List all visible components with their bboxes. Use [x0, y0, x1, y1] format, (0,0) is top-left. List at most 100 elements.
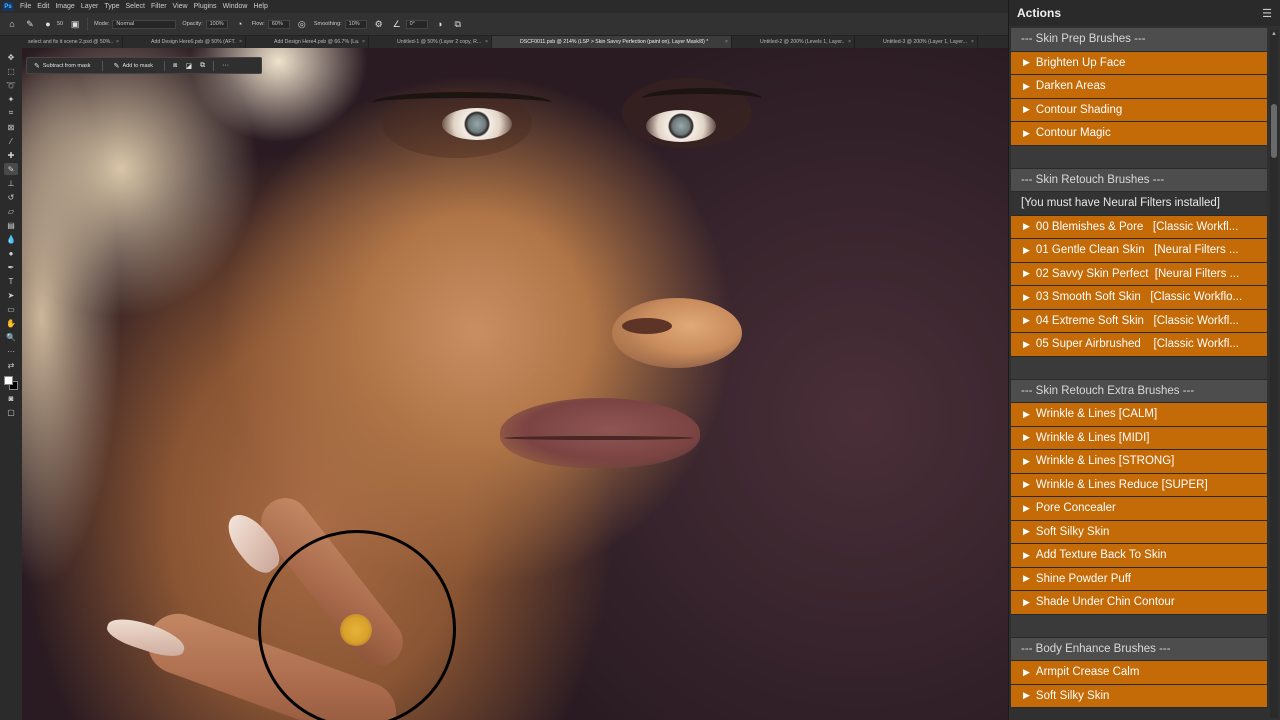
dodge-tool-icon[interactable]: ●: [4, 247, 18, 259]
menu-type[interactable]: Type: [101, 3, 122, 10]
type-tool-icon[interactable]: T: [4, 275, 18, 287]
add-to-mask-button[interactable]: ✎ Add to mask: [111, 62, 156, 70]
tab-document[interactable]: Add Design Here4.psb @ 66.7% (La... ×: [246, 36, 369, 48]
expand-triangle-icon[interactable]: ▶: [1023, 245, 1030, 256]
expand-triangle-icon[interactable]: ▶: [1023, 432, 1030, 443]
path-selection-tool-icon[interactable]: ➤: [4, 289, 18, 301]
close-icon[interactable]: ×: [848, 39, 851, 45]
quick-selection-tool-icon[interactable]: ✦: [4, 93, 18, 105]
marquee-tool-icon[interactable]: ⬚: [4, 65, 18, 77]
tab-document[interactable]: Untitled-1 @ 50% (Layer 2 copy, R... ×: [369, 36, 492, 48]
opacity-input[interactable]: 100%: [205, 19, 228, 29]
pressure-opacity-icon[interactable]: ◔: [234, 18, 246, 30]
scrollbar-thumb[interactable]: [1271, 104, 1277, 158]
crop-tool-icon[interactable]: ⌗: [4, 107, 18, 119]
brush-settings-icon[interactable]: ▣: [69, 18, 81, 30]
expand-triangle-icon[interactable]: ▶: [1023, 667, 1030, 678]
close-icon[interactable]: ×: [362, 39, 365, 45]
symmetry-icon[interactable]: ⧉: [452, 18, 464, 30]
brush-tool-icon[interactable]: ✎: [24, 18, 36, 30]
action-set-header[interactable]: --- Body Enhance Brushes ---: [1011, 637, 1267, 661]
action-item[interactable]: ▶ 04 Extreme Soft Skin [Classic Workfl...: [1011, 309, 1267, 333]
menu-plugins[interactable]: Plugins: [191, 3, 220, 10]
swap-colors-icon[interactable]: ⇄: [4, 359, 18, 371]
smoothing-settings-gear-icon[interactable]: ⚙: [373, 18, 385, 30]
expand-triangle-icon[interactable]: ▶: [1023, 456, 1030, 467]
menu-file[interactable]: File: [17, 3, 34, 10]
expand-triangle-icon[interactable]: ▶: [1023, 81, 1030, 92]
rectangle-tool-icon[interactable]: ▭: [4, 303, 18, 315]
menu-image[interactable]: Image: [52, 3, 77, 10]
airbrush-icon[interactable]: ◎: [296, 18, 308, 30]
reset-mask-icon[interactable]: ⧉: [200, 62, 205, 70]
expand-triangle-icon[interactable]: ▶: [1023, 550, 1030, 561]
expand-triangle-icon[interactable]: ▶: [1023, 104, 1030, 115]
menu-view[interactable]: View: [170, 3, 191, 10]
mask-settings-icon[interactable]: ⧈: [173, 62, 177, 70]
expand-triangle-icon[interactable]: ▶: [1023, 573, 1030, 584]
angle-input[interactable]: 0°: [405, 19, 428, 29]
action-note-item[interactable]: [You must have Neural Filters installed]: [1011, 192, 1267, 216]
move-tool-icon[interactable]: ✥: [4, 51, 18, 63]
action-item[interactable]: ▶ 02 Savvy Skin Perfect [Neural Filters .…: [1011, 262, 1267, 286]
expand-triangle-icon[interactable]: ▶: [1023, 339, 1030, 350]
action-item[interactable]: ▶ Wrinkle & Lines Reduce [SUPER]: [1011, 473, 1267, 497]
action-item[interactable]: ▶ Soft Silky Skin: [1011, 520, 1267, 544]
expand-triangle-icon[interactable]: ▶: [1023, 292, 1030, 303]
gradient-tool-icon[interactable]: ▤: [4, 219, 18, 231]
frame-tool-icon[interactable]: ⊠: [4, 121, 18, 133]
action-set-header[interactable]: --- Skin Retouch Extra Brushes ---: [1011, 379, 1267, 403]
action-item[interactable]: ▶ Wrinkle & Lines [STRONG]: [1011, 450, 1267, 474]
expand-triangle-icon[interactable]: ▶: [1023, 503, 1030, 514]
action-item[interactable]: ▶ 01 Gentle Clean Skin [Neural Filters ..…: [1011, 239, 1267, 263]
action-item[interactable]: ▶ Add Texture Back To Skin: [1011, 544, 1267, 568]
healing-brush-tool-icon[interactable]: ✚: [4, 149, 18, 161]
action-item[interactable]: ▶ Brighten Up Face: [1011, 51, 1267, 75]
subtract-from-mask-button[interactable]: ✎ Subtract from mask: [31, 62, 94, 70]
close-icon[interactable]: ×: [725, 39, 728, 45]
action-item[interactable]: ▶ 00 Blemishes & Pore [Classic Workfl...: [1011, 215, 1267, 239]
expand-triangle-icon[interactable]: ▶: [1023, 57, 1030, 68]
expand-triangle-icon[interactable]: ▶: [1023, 479, 1030, 490]
screen-mode-icon[interactable]: ▢: [4, 406, 18, 418]
action-item[interactable]: ▶ Armpit Crease Calm: [1011, 661, 1267, 685]
action-item[interactable]: ▶ Contour Magic: [1011, 122, 1267, 146]
action-item[interactable]: ▶ Soft Silky Skin: [1011, 684, 1267, 708]
tab-document[interactable]: Untitled-3 @ 200% (Layer 1, Layer... ×: [855, 36, 978, 48]
expand-triangle-icon[interactable]: ▶: [1023, 690, 1030, 701]
panel-title[interactable]: Actions: [1017, 6, 1061, 20]
menu-layer[interactable]: Layer: [78, 3, 102, 10]
flow-input[interactable]: 60%: [267, 19, 290, 29]
panel-menu-icon[interactable]: ☰: [1262, 7, 1272, 20]
expand-triangle-icon[interactable]: ▶: [1023, 526, 1030, 537]
tab-document[interactable]: select and fix it scene 2.psd @ 50%... ×: [0, 36, 123, 48]
close-icon[interactable]: ×: [116, 39, 119, 45]
menu-window[interactable]: Window: [220, 3, 251, 10]
action-item[interactable]: ▶ 05 Super Airbrushed [Classic Workfl...: [1011, 333, 1267, 357]
more-tools-icon[interactable]: ···: [4, 345, 18, 357]
expand-triangle-icon[interactable]: ▶: [1023, 128, 1030, 139]
action-item[interactable]: ▶ Contour Shading: [1011, 98, 1267, 122]
action-set-header[interactable]: --- Skin Retouch Brushes ---: [1011, 168, 1267, 192]
tab-document[interactable]: Untitled-2 @ 200% (Levels 1, Layer... ×: [732, 36, 855, 48]
close-icon[interactable]: ×: [239, 39, 242, 45]
expand-triangle-icon[interactable]: ▶: [1023, 597, 1030, 608]
menu-filter[interactable]: Filter: [148, 3, 170, 10]
clone-stamp-tool-icon[interactable]: ⊥: [4, 177, 18, 189]
action-item[interactable]: ▶ Pore Concealer: [1011, 497, 1267, 521]
hand-tool-icon[interactable]: ✋: [4, 317, 18, 329]
brush-tool-icon[interactable]: ✎: [4, 163, 18, 175]
pen-tool-icon[interactable]: ✒: [4, 261, 18, 273]
close-icon[interactable]: ×: [971, 39, 974, 45]
action-item[interactable]: ▶ Shine Powder Puff: [1011, 567, 1267, 591]
more-options-icon[interactable]: ···: [222, 62, 229, 69]
expand-triangle-icon[interactable]: ▶: [1023, 268, 1030, 279]
tab-document[interactable]: Add Design Here6.psb @ 50% (AFT... ×: [123, 36, 246, 48]
mode-select[interactable]: Normal: [112, 19, 177, 29]
scroll-up-arrow-icon[interactable]: ▲: [1270, 30, 1278, 38]
expand-triangle-icon[interactable]: ▶: [1023, 409, 1030, 420]
blur-tool-icon[interactable]: 💧: [4, 233, 18, 245]
tab-document-active[interactable]: DSCF0011.psb @ 214% (LSP > Skin Savvy Pe…: [492, 36, 732, 48]
home-icon[interactable]: ⌂: [6, 18, 18, 30]
menu-select[interactable]: Select: [123, 3, 148, 10]
